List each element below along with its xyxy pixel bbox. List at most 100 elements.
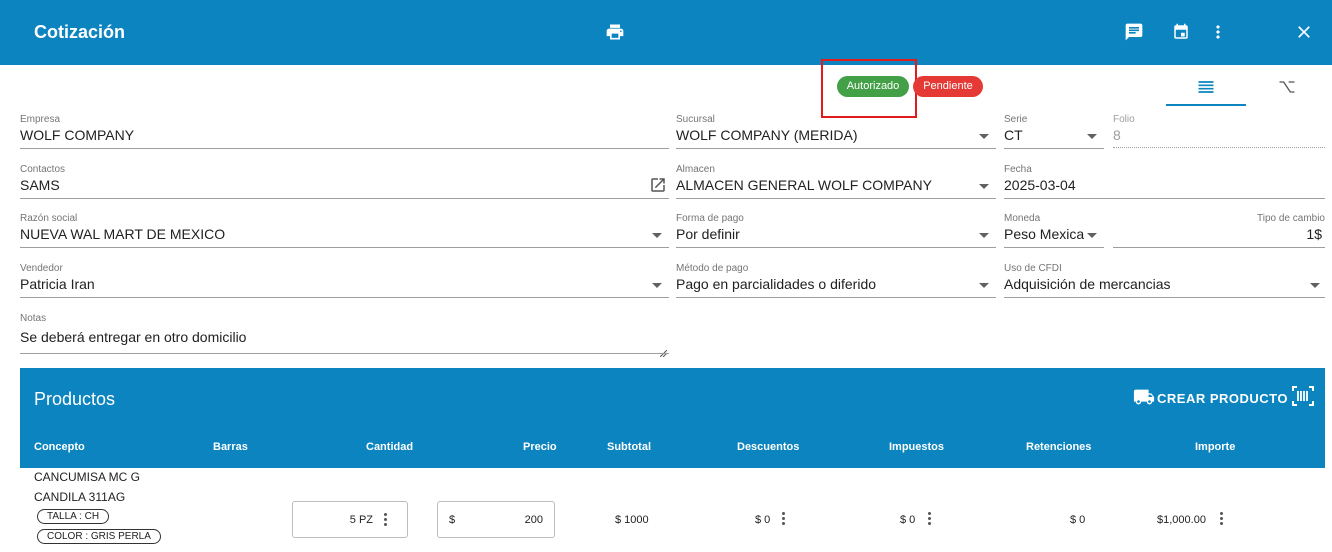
page-title: Cotización bbox=[34, 22, 126, 42]
contactos-field[interactable]: Contactos SAMS bbox=[20, 164, 669, 200]
folio-field: Folio 8 bbox=[1113, 114, 1325, 150]
almacen-label: Almacen bbox=[676, 164, 715, 175]
column-header-barras: Barras bbox=[213, 441, 248, 453]
top-app-bar: Cotización bbox=[0, 0, 1332, 65]
comment-icon[interactable] bbox=[1123, 21, 1145, 43]
column-header-importe: Importe bbox=[1195, 441, 1236, 453]
dropdown-caret-icon bbox=[652, 283, 662, 288]
barcode-scan-icon[interactable] bbox=[1291, 385, 1315, 412]
column-header-subtotal: Subtotal bbox=[607, 441, 651, 453]
more-vert-icon[interactable] bbox=[1207, 21, 1229, 43]
dropdown-caret-icon bbox=[979, 184, 989, 189]
uso-cfdi-select[interactable]: Uso de CFDI Adquisición de mercancias bbox=[1004, 263, 1325, 299]
moneda-label: Moneda bbox=[1004, 213, 1041, 224]
importe-value: $1,000.00 bbox=[1157, 514, 1206, 526]
notas-value: Se deberá entregar en otro domicilio bbox=[20, 329, 247, 345]
dropdown-caret-icon bbox=[1087, 233, 1097, 238]
tipo-cambio-value: 1$ bbox=[1306, 226, 1322, 242]
serie-label: Serie bbox=[1004, 114, 1028, 125]
notas-label: Notas bbox=[20, 313, 47, 324]
crear-producto-label: CREAR PRODUCTO bbox=[1157, 391, 1288, 406]
cantidad-input[interactable]: 5 PZ bbox=[292, 501, 408, 538]
open-external-icon[interactable] bbox=[649, 176, 667, 199]
razon-social-select[interactable]: Razón social NUEVA WAL MART DE MEXICO bbox=[20, 213, 669, 249]
serie-select[interactable]: Serie CT bbox=[1004, 114, 1104, 150]
column-header-retenciones: Retenciones bbox=[1026, 441, 1092, 453]
razon-social-label: Razón social bbox=[20, 213, 78, 224]
metodo-pago-label: Método de pago bbox=[676, 263, 749, 274]
dropdown-caret-icon bbox=[652, 233, 662, 238]
dropdown-caret-icon bbox=[1087, 134, 1097, 139]
dropdown-caret-icon bbox=[979, 134, 989, 139]
dropdown-caret-icon bbox=[979, 233, 989, 238]
dropdown-caret-icon bbox=[979, 283, 989, 288]
impuestos-more-icon[interactable] bbox=[928, 512, 932, 526]
metodo-pago-value: Pago en parcialidades o diferido bbox=[676, 276, 877, 292]
uso-cfdi-value: Adquisición de mercancias bbox=[1004, 276, 1171, 292]
moneda-select[interactable]: Moneda Peso Mexica bbox=[1004, 213, 1104, 249]
notas-textarea[interactable]: Notas Se deberá entregar en otro domicil… bbox=[20, 313, 669, 358]
almacen-select[interactable]: Almacen ALMACEN GENERAL WOLF COMPANY bbox=[676, 164, 996, 200]
calendar-icon[interactable] bbox=[1170, 21, 1192, 43]
sucursal-label: Sucursal bbox=[676, 114, 715, 125]
precio-currency: $ bbox=[449, 514, 456, 526]
sucursal-select[interactable]: Sucursal WOLF COMPANY (MERIDA) bbox=[676, 114, 996, 150]
tipo-cambio-label: Tipo de cambio bbox=[1257, 213, 1325, 224]
forma-pago-select[interactable]: Forma de pago Por definir bbox=[676, 213, 996, 249]
forma-pago-value: Por definir bbox=[676, 226, 740, 242]
folio-label: Folio bbox=[1113, 114, 1135, 125]
uso-cfdi-label: Uso de CFDI bbox=[1004, 263, 1062, 274]
cantidad-value: 5 PZ bbox=[349, 514, 373, 526]
vendedor-value: Patricia Iran bbox=[20, 276, 95, 292]
printer-icon[interactable] bbox=[604, 21, 626, 43]
contactos-label: Contactos bbox=[20, 164, 66, 175]
attribute-chip-color: COLOR : GRIS PERLA bbox=[37, 529, 161, 544]
sucursal-value: WOLF COMPANY (MERIDA) bbox=[676, 127, 858, 143]
column-header-cantidad: Cantidad bbox=[366, 441, 414, 453]
productos-header: Productos CREAR PRODUCTO Concepto Barras… bbox=[20, 368, 1325, 468]
fecha-label: Fecha bbox=[1004, 164, 1032, 175]
cantidad-more-icon[interactable] bbox=[384, 513, 388, 527]
vendedor-select[interactable]: Vendedor Patricia Iran bbox=[20, 263, 669, 299]
moneda-value: Peso Mexica bbox=[1004, 226, 1084, 242]
impuestos-value[interactable]: $ 0 bbox=[900, 514, 915, 526]
list-view-icon[interactable] bbox=[1194, 75, 1218, 99]
active-tab-indicator bbox=[1166, 104, 1246, 106]
vendedor-label: Vendedor bbox=[20, 263, 63, 274]
option-key-icon[interactable] bbox=[1275, 75, 1299, 99]
empresa-value: WOLF COMPANY bbox=[20, 127, 135, 143]
descuentos-value[interactable]: $ 0 bbox=[755, 514, 770, 526]
contactos-value: SAMS bbox=[20, 177, 60, 193]
add-shipping-icon bbox=[1133, 386, 1155, 411]
tipo-cambio-field[interactable]: Tipo de cambio 1$ bbox=[1113, 213, 1325, 249]
retenciones-value: $ 0 bbox=[1070, 514, 1086, 526]
close-icon[interactable] bbox=[1293, 21, 1315, 43]
dropdown-caret-icon bbox=[1310, 283, 1320, 288]
status-badge-autorizado[interactable]: Autorizado bbox=[837, 76, 909, 97]
concepto-line1: CANCUMISA MC G bbox=[34, 470, 141, 484]
razon-social-value: NUEVA WAL MART DE MEXICO bbox=[20, 226, 226, 242]
crear-producto-button[interactable]: CREAR PRODUCTO bbox=[1133, 386, 1288, 411]
metodo-pago-select[interactable]: Método de pago Pago en parcialidades o d… bbox=[676, 263, 996, 299]
fecha-value: 2025-03-04 bbox=[1004, 177, 1076, 193]
column-header-impuestos: Impuestos bbox=[889, 441, 945, 453]
folio-value: 8 bbox=[1113, 127, 1121, 143]
productos-title: Productos bbox=[34, 389, 116, 409]
precio-input[interactable]: $ 200 bbox=[437, 501, 555, 538]
precio-value: 200 bbox=[524, 514, 543, 526]
concepto-line2: CANDILA 311AG bbox=[34, 490, 126, 504]
column-header-descuentos: Descuentos bbox=[737, 441, 800, 453]
status-badge-pendiente[interactable]: Pendiente bbox=[913, 76, 983, 97]
attribute-chip-talla: TALLA : CH bbox=[37, 509, 110, 524]
importe-more-icon[interactable] bbox=[1220, 512, 1224, 526]
almacen-value: ALMACEN GENERAL WOLF COMPANY bbox=[676, 177, 932, 193]
descuentos-more-icon[interactable] bbox=[782, 512, 786, 526]
subtotal-value: $ 1000 bbox=[615, 514, 649, 526]
empresa-field[interactable]: Empresa WOLF COMPANY bbox=[20, 114, 669, 150]
fecha-field[interactable]: Fecha 2025-03-04 bbox=[1004, 164, 1325, 200]
column-header-concepto: Concepto bbox=[34, 441, 85, 453]
empresa-label: Empresa bbox=[20, 114, 61, 125]
serie-value: CT bbox=[1004, 127, 1023, 143]
forma-pago-label: Forma de pago bbox=[676, 213, 744, 224]
column-header-precio: Precio bbox=[523, 441, 557, 453]
